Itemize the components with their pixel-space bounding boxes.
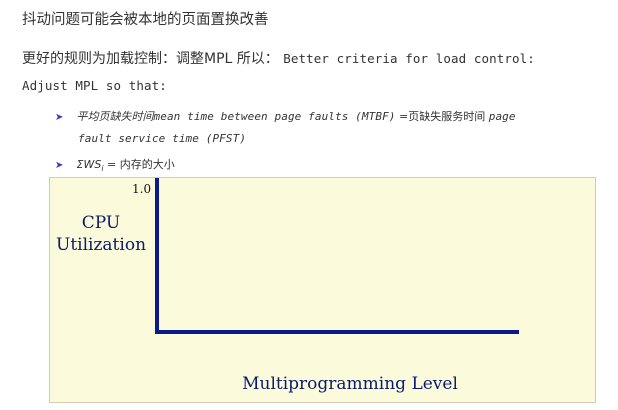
y-axis-label-line2: Utilization bbox=[56, 235, 147, 255]
cpu-utilization-chart: 1.0 CPU Utilization Multiprogramming Lev… bbox=[49, 177, 596, 403]
x-axis bbox=[155, 330, 519, 334]
slide-heading: 抖动问题可能会被本地的页面置换改善 bbox=[22, 12, 269, 28]
criteria-cn: 更好的规则为加载控制：调整MPL 所以： bbox=[22, 51, 279, 67]
bullet-arrow-icon: ➤ bbox=[55, 160, 64, 171]
x-axis-label: Multiprogramming Level bbox=[242, 374, 458, 394]
y-axis bbox=[155, 178, 159, 334]
y-axis-label-line1: CPU bbox=[81, 213, 121, 233]
pfst-en-start: page bbox=[488, 110, 516, 123]
pfst-cn: =页缺失服务时间 bbox=[399, 110, 486, 123]
mtbf-en: mean time between page faults (MTBF) bbox=[153, 110, 396, 123]
ws-symbol: ΣWS bbox=[76, 158, 102, 171]
bullet-ws: ➤ ΣWSi = 内存的大小 bbox=[55, 156, 175, 173]
ws-subscript: i bbox=[101, 164, 104, 174]
y-tick-label: 1.0 bbox=[132, 182, 152, 196]
y-axis-label: CPU Utilization bbox=[56, 212, 146, 256]
mtbf-cn: 平均页缺失时间 bbox=[76, 110, 154, 123]
criteria-en: Better criteria for load control: bbox=[283, 51, 535, 66]
bullet-arrow-icon: ➤ bbox=[55, 112, 64, 123]
ws-equals: = 内存的大小 bbox=[107, 158, 175, 171]
bullet-mtbf: ➤ 平均页缺失时间mean time between page faults (… bbox=[55, 108, 516, 124]
criteria-line: 更好的规则为加载控制：调整MPL 所以： Better criteria for… bbox=[22, 48, 535, 68]
adjust-line: Adjust MPL so that: bbox=[22, 78, 167, 93]
pfst-en: fault service time (PFST) bbox=[78, 132, 247, 145]
